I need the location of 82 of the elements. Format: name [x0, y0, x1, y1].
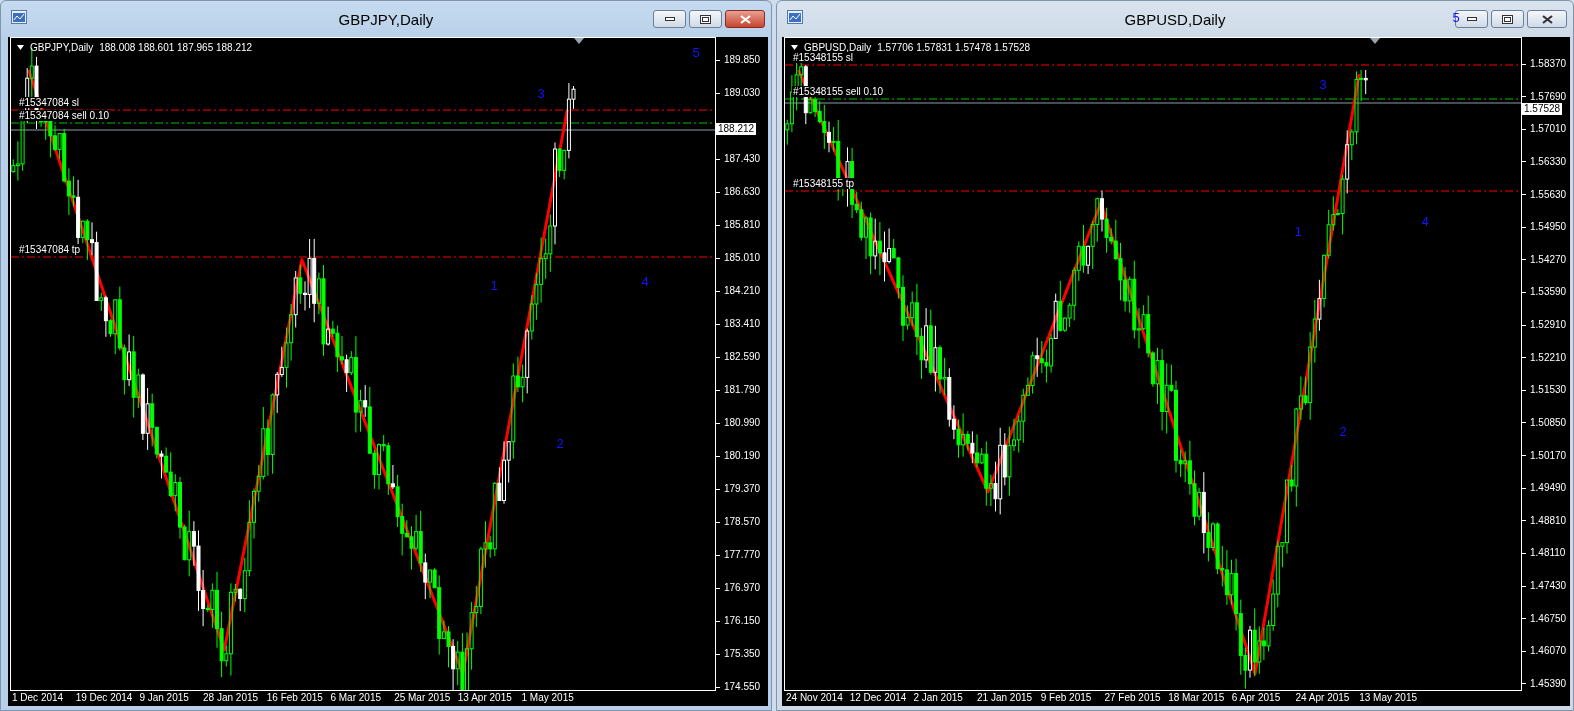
price-tick-label: 1.48810 [1530, 513, 1567, 528]
wave-label: 1 [1294, 225, 1302, 239]
price-tick-label: 176.150 [724, 614, 761, 628]
price-tick-label: 1.45390 [1530, 676, 1567, 691]
price-tick-label: 177.770 [724, 548, 761, 562]
chart-symbol: GBPUSD,Daily [804, 42, 872, 53]
date-label: 9 Feb 2015 [1039, 691, 1093, 705]
date-label: 21 Jan 2015 [976, 691, 1034, 705]
date-label: 24 Nov 2014 [785, 691, 844, 705]
chart-symbol: GBPJPY,Daily [30, 42, 94, 53]
wave-label: 4 [1421, 215, 1429, 229]
price-tick-label: 1.54270 [1530, 252, 1567, 267]
wave-label: 3 [1319, 78, 1327, 92]
price-tick-label: 1.48110 [1530, 546, 1566, 561]
current-price-label: 1.57528 [1522, 103, 1563, 115]
date-label: 24 Apr 2015 [1294, 691, 1351, 705]
price-tick-label: 179.370 [724, 482, 761, 496]
order-label: #15347084 tp [18, 244, 82, 255]
date-label: 1 Dec 2014 [11, 691, 65, 705]
date-label: 25 Mar 2015 [393, 691, 452, 705]
price-tick-label: 1.57690 [1530, 89, 1567, 104]
wave-label: 2 [556, 437, 564, 451]
date-label: 27 Feb 2015 [1103, 691, 1162, 705]
price-tick-label: 1.54950 [1530, 220, 1567, 235]
date-label: 13 Apr 2015 [456, 691, 513, 705]
date-label: 19 Dec 2014 [74, 691, 134, 705]
wave-label: 5 [692, 46, 700, 60]
price-tick-label: 184.210 [724, 284, 761, 298]
price-tick-label: 189.030 [724, 86, 761, 100]
price-tick-label: 180.190 [724, 449, 761, 463]
price-tick-label: 1.46070 [1530, 644, 1567, 659]
date-label: 9 Jan 2015 [138, 691, 190, 705]
price-tick-label: 176.970 [724, 581, 761, 595]
window-title: GBPJPY,Daily [338, 10, 434, 28]
wave-label: 3 [537, 87, 545, 101]
wave-label: 2 [1339, 425, 1347, 439]
ohlc-values: 188.008 188.601 187.965 188.212 [99, 42, 253, 53]
date-label: 6 Mar 2015 [329, 691, 383, 705]
price-tick-label: 181.790 [724, 383, 761, 397]
price-tick-label: 175.350 [724, 647, 761, 661]
price-tick-label: 1.52910 [1530, 318, 1567, 332]
date-label: 12 Dec 2014 [848, 691, 908, 705]
date-label: 18 Mar 2015 [1167, 691, 1226, 705]
price-tick-label: 174.550 [724, 680, 761, 694]
price-tick-label: 183.410 [724, 317, 761, 331]
wave-label: 1 [490, 279, 498, 293]
price-tick-label: 189.850 [724, 53, 761, 67]
price-tick-label: 185.810 [724, 218, 761, 232]
price-tick-label: 1.51530 [1530, 383, 1567, 398]
price-tick-label: 186.630 [724, 185, 761, 199]
price-tick-label: 178.570 [724, 515, 761, 529]
wave-label: 5 [1452, 11, 1460, 25]
price-tick-label: 1.52210 [1530, 350, 1567, 365]
date-label: 1 May 2015 [520, 691, 575, 705]
price-tick-label: 1.57010 [1530, 122, 1567, 137]
order-label: #15347084 sl [18, 97, 81, 108]
price-tick-label: 1.53590 [1530, 285, 1567, 300]
order-label: #15348155 sell 0.10 [792, 86, 885, 97]
price-tick-label: 1.50850 [1530, 415, 1567, 430]
price-tick-label: 1.50170 [1530, 448, 1567, 463]
date-label: 16 Feb 2015 [265, 691, 324, 705]
date-label: 2 Jan 2015 [912, 691, 964, 705]
price-tick-label: 1.47430 [1530, 579, 1567, 593]
price-tick-label: 1.49490 [1530, 481, 1567, 496]
date-label: 13 May 2015 [1358, 691, 1418, 705]
price-tick-label: 185.010 [724, 251, 761, 265]
price-tick-label: 1.56330 [1530, 154, 1567, 169]
wave-label: 4 [641, 275, 649, 289]
ohlc-values: 1.57706 1.57831 1.57478 1.57528 [877, 42, 1031, 53]
order-label: #15348155 tp [792, 178, 856, 189]
order-label: #15348155 sl [792, 52, 855, 63]
price-tick-label: 180.990 [724, 416, 761, 430]
price-tick-label: 1.46750 [1530, 611, 1567, 626]
price-tick-label: 1.55630 [1530, 187, 1567, 202]
order-label: #15347084 sell 0.10 [18, 110, 111, 121]
window-title: GBPUSD,Daily [1124, 10, 1226, 28]
current-price-label: 188.212 [716, 123, 757, 135]
date-label: 28 Jan 2015 [202, 691, 260, 705]
price-tick-label: 182.590 [724, 350, 761, 364]
date-label: 6 Apr 2015 [1230, 691, 1282, 705]
price-tick-label: 1.58370 [1530, 57, 1567, 71]
price-tick-label: 187.430 [724, 152, 761, 166]
